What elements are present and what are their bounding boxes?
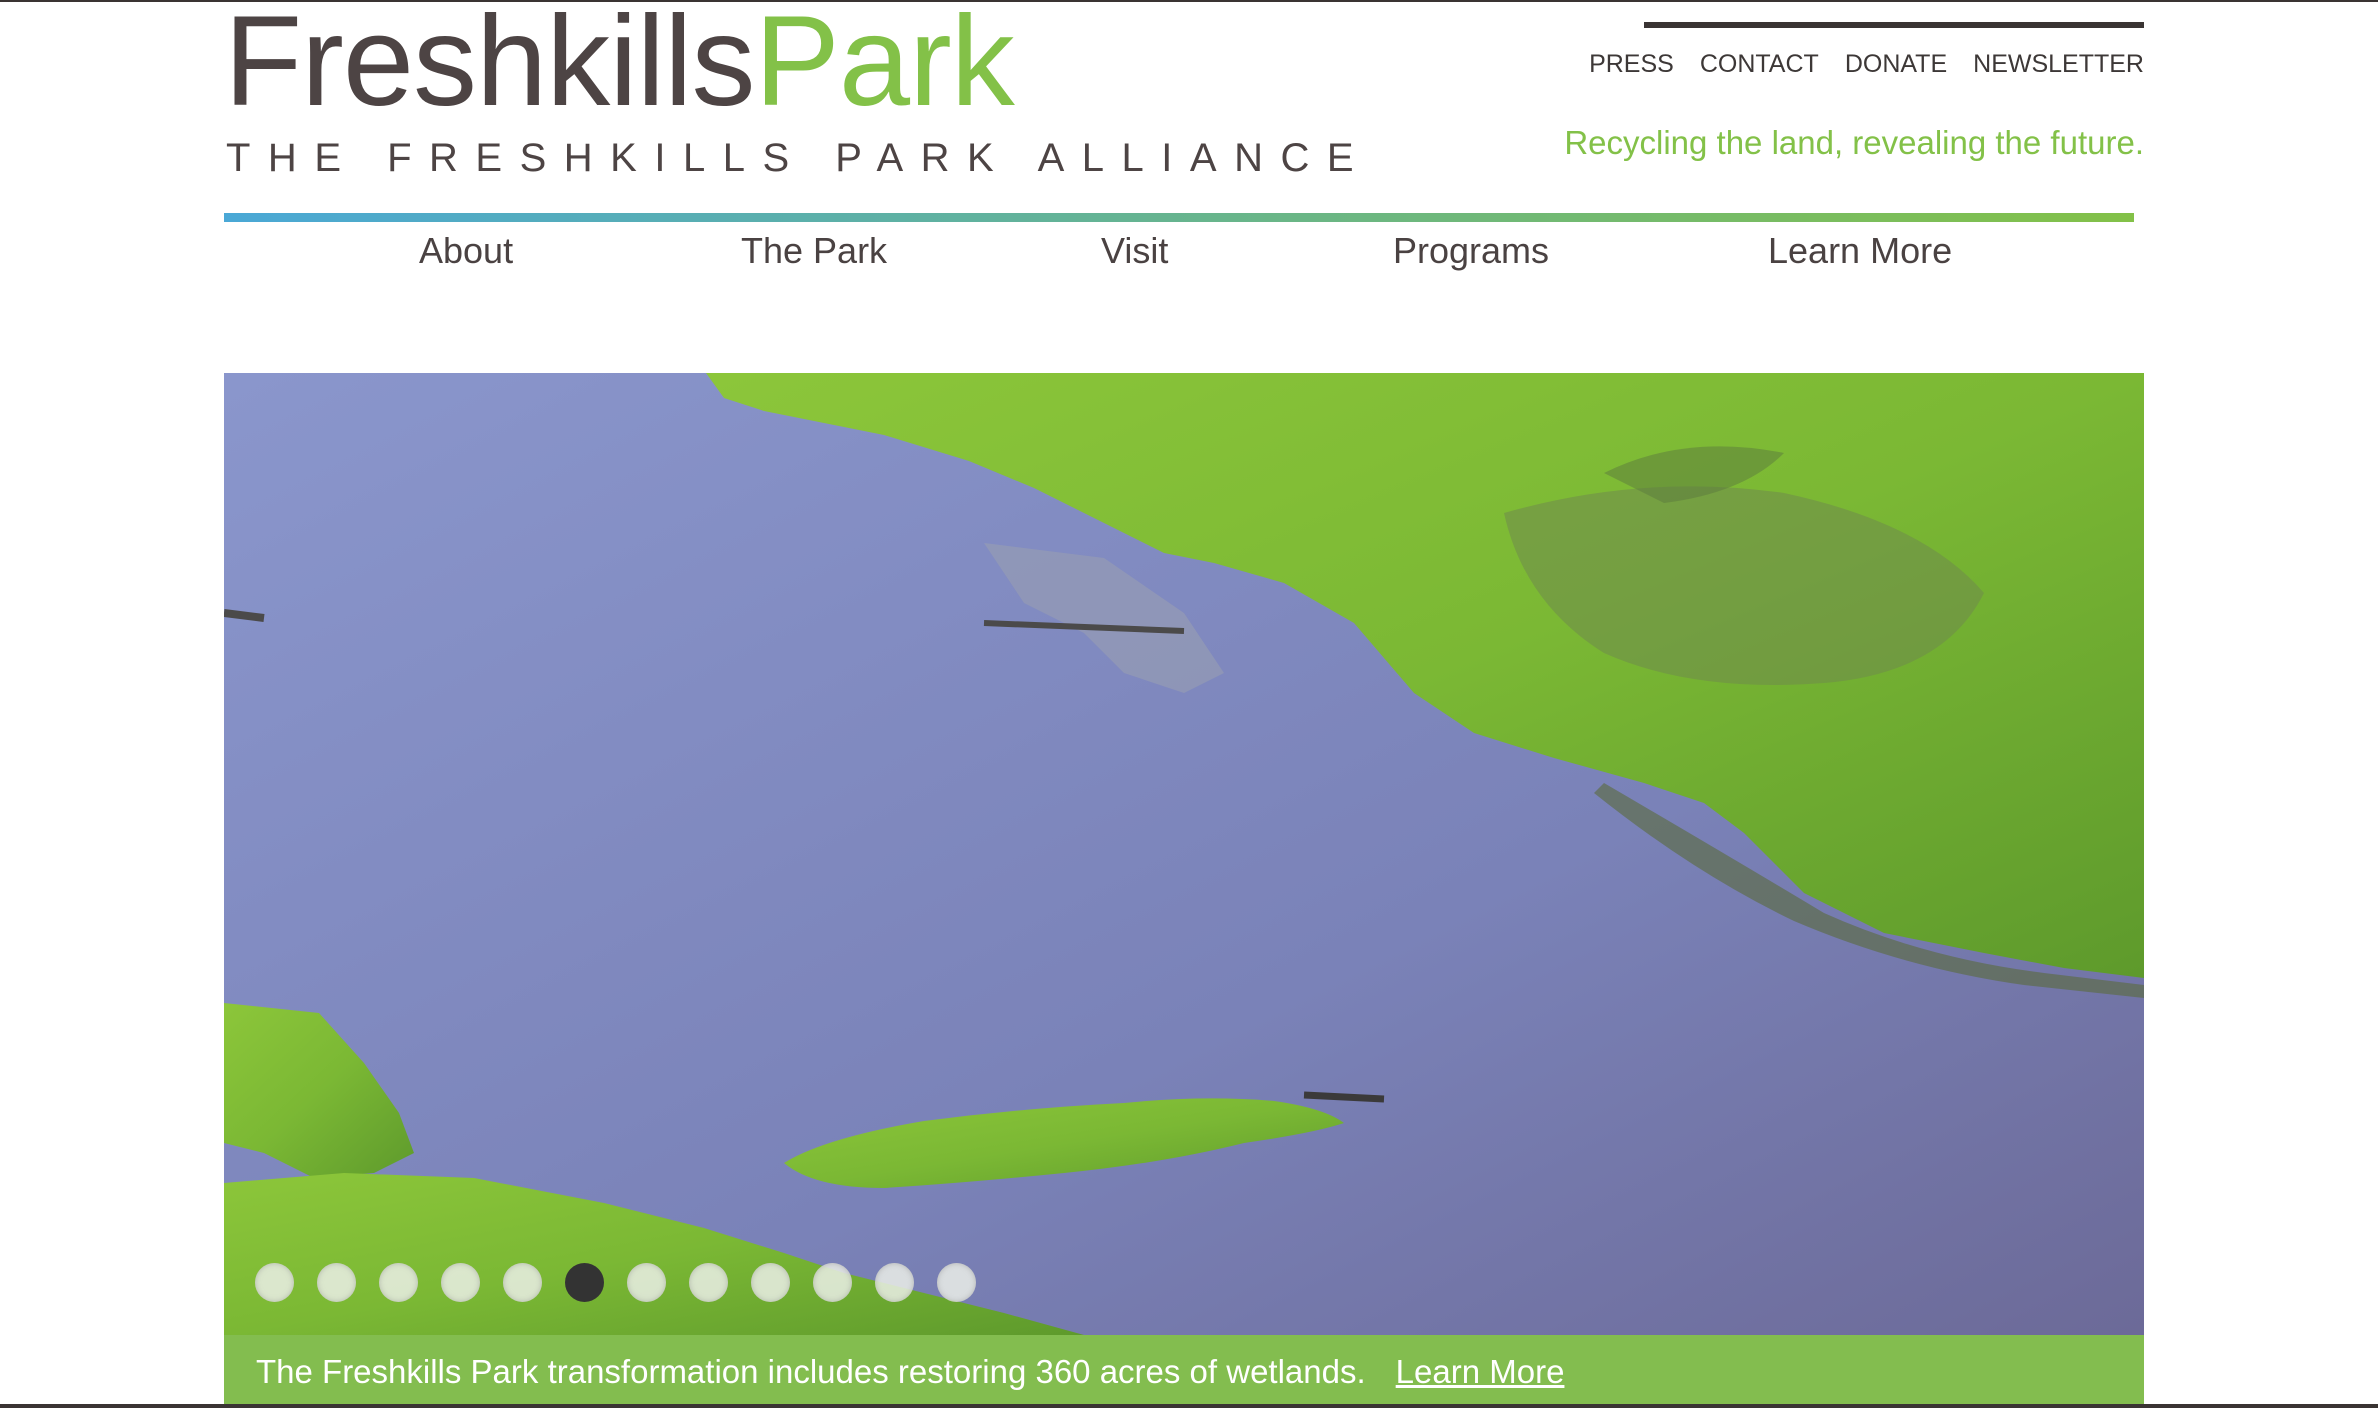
slide-dot[interactable] (813, 1263, 852, 1302)
bottom-border (0, 1404, 2378, 1408)
nav-item-visit[interactable]: Visit (1101, 230, 1168, 272)
nav-item-programs[interactable]: Programs (1393, 230, 1549, 272)
utility-link-press[interactable]: PRESS (1589, 50, 1674, 79)
slide-dot[interactable] (317, 1263, 356, 1302)
utility-nav: PRESS CONTACT DONATE NEWSLETTER (1589, 22, 2144, 78)
nav-item-the-park[interactable]: The Park (741, 230, 887, 272)
slideshow-pagination (255, 1263, 976, 1302)
nav-item-learn-more[interactable]: Learn More (1768, 230, 1952, 272)
main-nav: About The Park Visit Programs Learn More (224, 230, 2134, 290)
logo-wordmark: FreshkillsPark (224, 0, 1015, 126)
nav-item-about[interactable]: About (419, 230, 513, 272)
slide-dot[interactable] (255, 1263, 294, 1302)
nav-gradient-divider (224, 213, 2134, 222)
logo-word-freshkills: Freshkills (224, 0, 755, 133)
slide-learn-more-link[interactable]: Learn More (1396, 1353, 1565, 1391)
site-tagline: Recycling the land, revealing the future… (1564, 124, 2144, 161)
slide-caption: The Freshkills Park transformation inclu… (256, 1352, 1366, 1390)
slide-caption-bar: The Freshkills Park transformation inclu… (224, 1335, 2144, 1408)
utility-link-newsletter[interactable]: NEWSLETTER (1973, 50, 2144, 79)
slide-dot[interactable] (875, 1263, 914, 1302)
slide-dot[interactable] (441, 1263, 480, 1302)
slide-dot-active[interactable] (565, 1263, 604, 1302)
slide-dot[interactable] (627, 1263, 666, 1302)
slide-dot[interactable] (689, 1263, 728, 1302)
slide-dot[interactable] (379, 1263, 418, 1302)
logo-word-park: Park (754, 0, 1015, 133)
utility-link-donate[interactable]: DONATE (1845, 50, 1947, 79)
slide-dot[interactable] (937, 1263, 976, 1302)
slide-dot[interactable] (751, 1263, 790, 1302)
freshkills-park-logo[interactable]: FreshkillsPark THE FRESHKILLS PARK ALLIA… (224, 0, 1354, 180)
logo-subtitle: THE FRESHKILLS PARK ALLIANCE (226, 136, 1372, 180)
utility-link-contact[interactable]: CONTACT (1700, 50, 1819, 79)
slide-dot[interactable] (503, 1263, 542, 1302)
wetland-aerial-image (224, 373, 2144, 1335)
hero-slideshow[interactable] (224, 373, 2144, 1335)
